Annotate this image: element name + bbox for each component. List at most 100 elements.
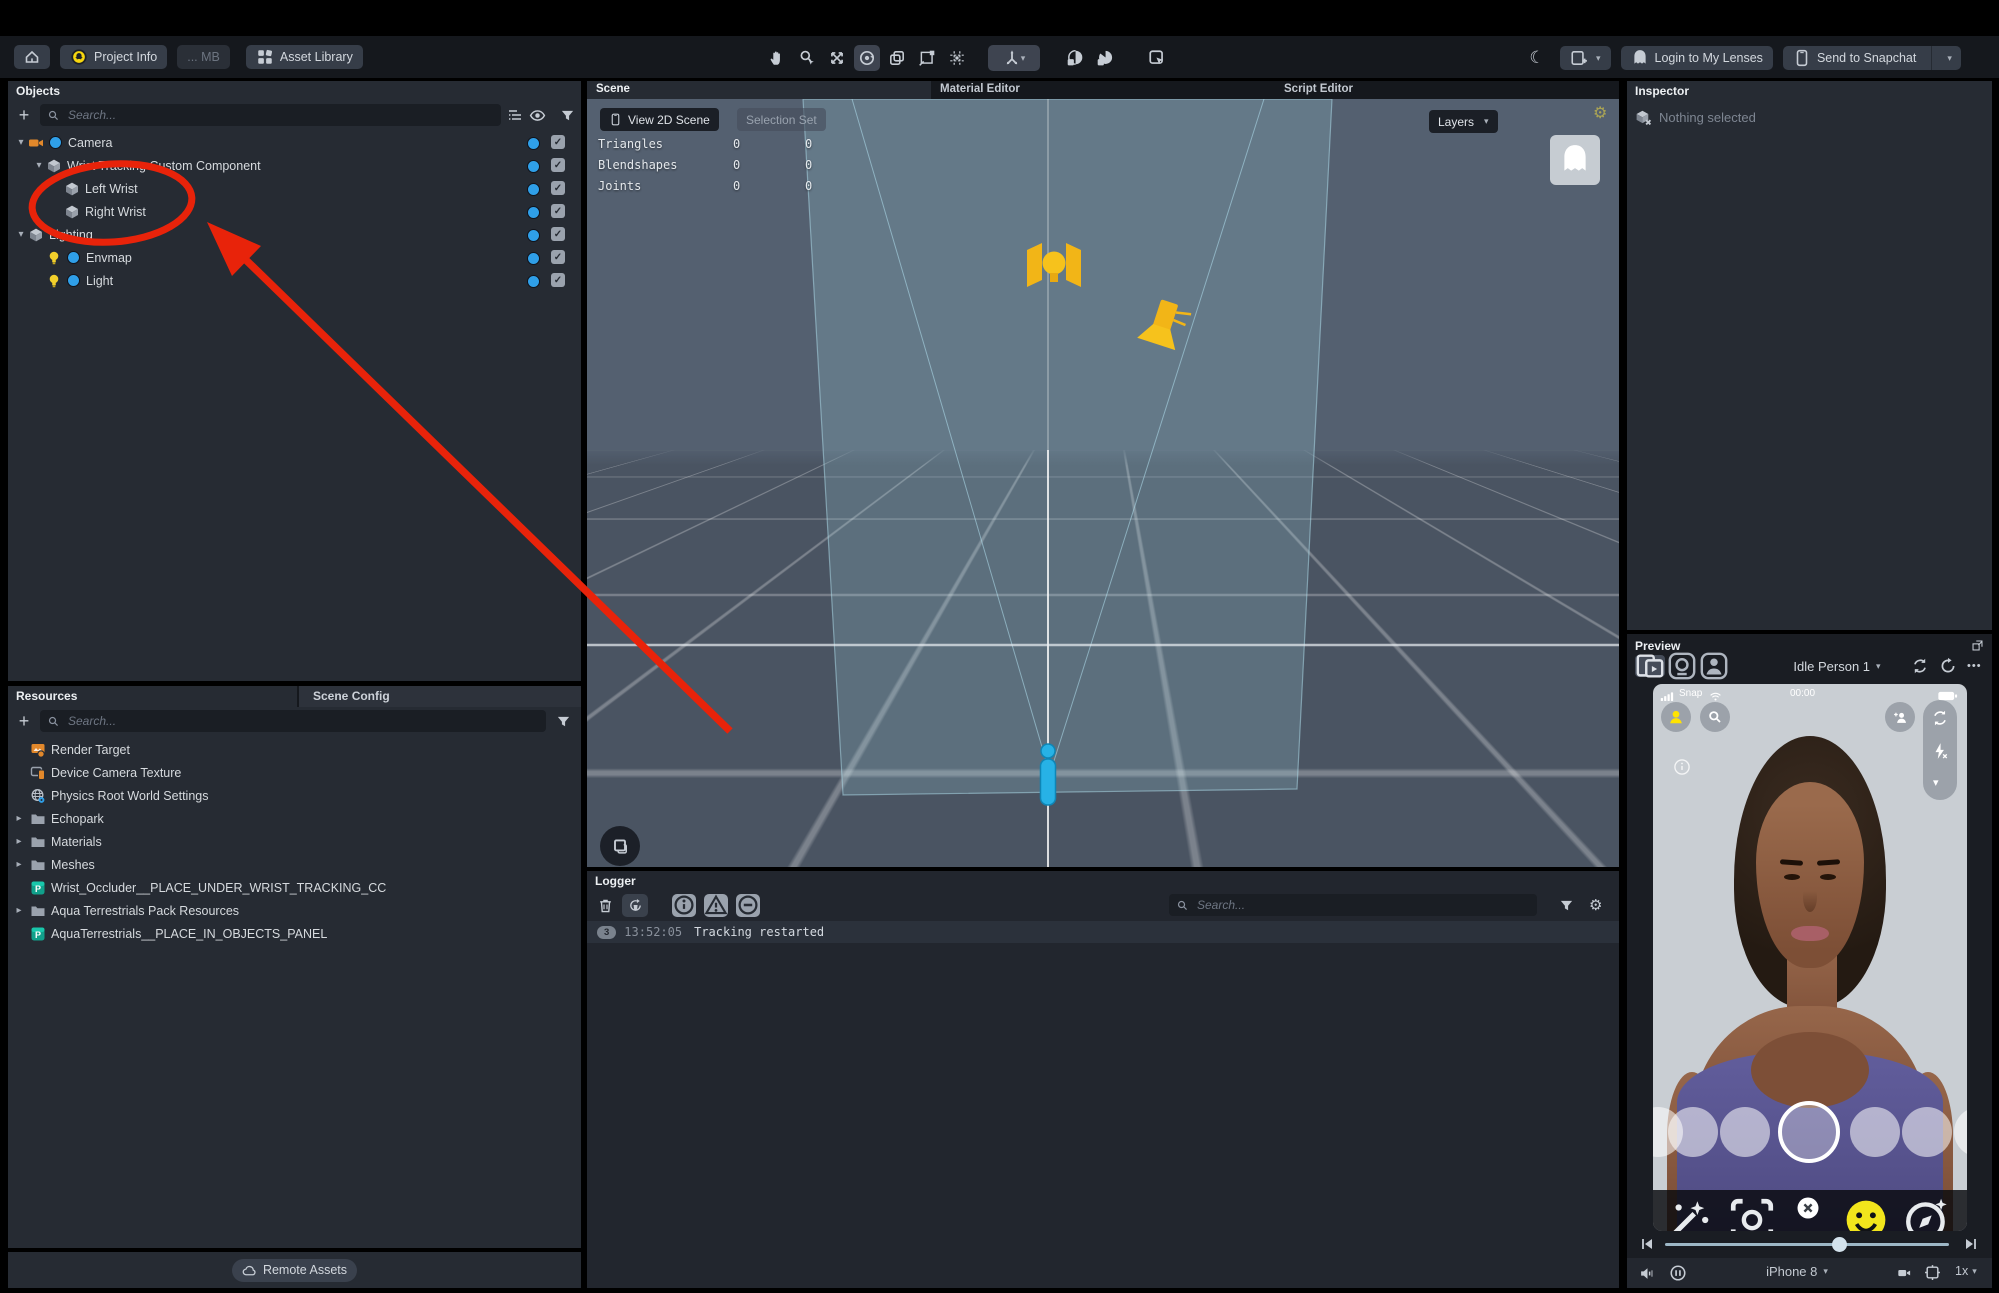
filter-icon[interactable]	[560, 108, 575, 123]
phone-nav-create[interactable]: Create	[1663, 1195, 1713, 1231]
tab-script-editor[interactable]: Script Editor	[1275, 81, 1619, 99]
object-row-light[interactable]: Light✓	[8, 269, 581, 292]
pivot-local-toggle[interactable]	[1092, 45, 1118, 71]
more-options-icon[interactable]: •••	[1967, 660, 1982, 672]
phone-preview-screen[interactable]: Snap 00:00 ▾ CreateScanBrowseExplore	[1653, 684, 1967, 1231]
visibility-dot[interactable]	[527, 229, 540, 242]
visibility-icon[interactable]	[529, 107, 546, 124]
manipulator-dropdown[interactable]: ▾	[988, 45, 1040, 71]
clear-log-icon[interactable]	[597, 897, 614, 914]
resources-search-input[interactable]	[66, 713, 539, 729]
chevron-down-icon[interactable]: ▾	[14, 137, 28, 148]
logger-settings-gear-icon[interactable]: ⚙	[1589, 896, 1602, 914]
tab-resources[interactable]: Resources	[8, 686, 297, 707]
visibility-dot[interactable]	[527, 206, 540, 219]
chevron-right-icon[interactable]: ▸	[12, 859, 26, 870]
rect-transform-tool[interactable]	[914, 45, 940, 71]
lens-carousel-item[interactable]	[1668, 1107, 1718, 1157]
add-resource-button[interactable]: +	[14, 711, 34, 732]
object-row-left-wrist[interactable]: Left Wrist✓	[8, 177, 581, 200]
step-forward-icon[interactable]	[1963, 1236, 1979, 1252]
enabled-checkbox[interactable]: ✓	[551, 181, 565, 195]
resource-row-physics-root-world-settings[interactable]: Physics Root World Settings	[8, 784, 581, 807]
theme-toggle[interactable]: ☾	[1524, 45, 1550, 71]
chevron-right-icon[interactable]: ▸	[12, 813, 26, 824]
objects-search-input[interactable]	[66, 107, 494, 123]
move-tool[interactable]	[824, 45, 850, 71]
remote-assets-button[interactable]: Remote Assets	[232, 1259, 357, 1282]
auto-clear-button[interactable]	[622, 894, 648, 917]
visibility-dot[interactable]	[527, 252, 540, 265]
pop-out-icon[interactable]	[1971, 639, 1984, 652]
visibility-dot[interactable]	[527, 275, 540, 288]
filter-info-button[interactable]	[672, 894, 696, 917]
tab-scene[interactable]: Scene	[587, 81, 931, 99]
resource-row-wrist-occluder-place-under-wrist-trackin[interactable]: PWrist_Occluder__PLACE_UNDER_WRIST_TRACK…	[8, 876, 581, 899]
resource-row-aquaterrestrials-place-in-objects-panel[interactable]: PAquaTerrestrials__PLACE_IN_OBJECTS_PANE…	[8, 922, 581, 945]
filter-icon[interactable]	[1559, 898, 1574, 913]
flip-camera-icon[interactable]	[1931, 709, 1949, 727]
view-2d-scene-button[interactable]: View 2D Scene	[600, 108, 719, 131]
lens-carousel-item[interactable]	[1954, 1107, 1967, 1157]
resource-row-aqua-terrestrials-pack-resources[interactable]: ▸Aqua Terrestrials Pack Resources	[8, 899, 581, 922]
scrubber-handle[interactable]	[1832, 1237, 1847, 1252]
filter-error-button[interactable]	[736, 894, 760, 917]
viewport-mode-button[interactable]	[600, 826, 640, 866]
reload-preview-icon[interactable]	[1911, 657, 1929, 675]
objects-search[interactable]	[40, 104, 501, 126]
send-to-snapchat-button[interactable]: Send to Snapchat ▾	[1783, 46, 1961, 70]
enabled-checkbox[interactable]: ✓	[551, 273, 565, 287]
logger-search-input[interactable]	[1195, 897, 1530, 913]
object-row-envmap[interactable]: Envmap✓	[8, 246, 581, 269]
chevron-right-icon[interactable]: ▸	[12, 905, 26, 916]
resource-row-meshes[interactable]: ▸Meshes	[8, 853, 581, 876]
visibility-dot[interactable]	[527, 160, 540, 173]
logger-search[interactable]	[1169, 894, 1537, 916]
zoom-dropdown[interactable]: 1x ▾	[1955, 1264, 1977, 1278]
screenshot-icon[interactable]	[1924, 1264, 1941, 1281]
scrubber-track[interactable]	[1665, 1243, 1949, 1246]
close-lens-button[interactable]	[1796, 1196, 1820, 1220]
send-options-chevron[interactable]: ▾	[1938, 54, 1961, 63]
log-entry[interactable]: 3 13:52:05 Tracking restarted	[587, 921, 1619, 943]
restart-lens-icon[interactable]	[1939, 657, 1957, 675]
object-row-lighting[interactable]: ▾Lighting✓	[8, 223, 581, 246]
filter-icon[interactable]	[556, 714, 571, 729]
phone-nav-explore[interactable]: Explore	[1902, 1195, 1952, 1231]
object-row-camera[interactable]: ▾Camera✓	[8, 131, 581, 154]
enabled-checkbox[interactable]: ✓	[551, 227, 565, 241]
zoom-tool[interactable]	[794, 45, 820, 71]
speaker-icon[interactable]	[1639, 1265, 1656, 1282]
pan-tool[interactable]	[764, 45, 790, 71]
enabled-checkbox[interactable]: ✓	[551, 158, 565, 172]
snapping-tool[interactable]	[944, 45, 970, 71]
filter-warning-button[interactable]	[704, 894, 728, 917]
chevron-down-icon[interactable]: ▾	[14, 229, 28, 240]
capture-button[interactable]	[1778, 1101, 1840, 1163]
add-object-button[interactable]: +	[14, 105, 34, 126]
resource-row-device-camera-texture[interactable]: Device Camera Texture	[8, 761, 581, 784]
device-dropdown[interactable]: iPhone 8 ▾	[1747, 1264, 1847, 1279]
pivot-center-toggle[interactable]	[1062, 45, 1088, 71]
simulation-source-dropdown[interactable]: Idle Person 1 ▾	[1777, 659, 1897, 674]
chevron-down-icon[interactable]: ▾	[32, 160, 46, 171]
project-info-button[interactable]: Project Info	[60, 45, 167, 69]
lens-carousel-item[interactable]	[1720, 1107, 1770, 1157]
scene-settings-gear-icon[interactable]: ⚙	[1593, 103, 1607, 123]
resource-row-materials[interactable]: ▸Materials	[8, 830, 581, 853]
enabled-checkbox[interactable]: ✓	[551, 135, 565, 149]
flash-off-icon[interactable]	[1931, 742, 1949, 760]
login-button[interactable]: Login to My Lenses	[1621, 46, 1773, 70]
profile-button[interactable]	[1661, 702, 1691, 732]
lens-carousel-item[interactable]	[1902, 1107, 1952, 1157]
enabled-checkbox[interactable]: ✓	[551, 204, 565, 218]
object-row-right-wrist[interactable]: Right Wrist✓	[8, 200, 581, 223]
resources-search[interactable]	[40, 710, 546, 732]
snap-search-button[interactable]	[1700, 702, 1730, 732]
pause-icon[interactable]	[1669, 1264, 1687, 1282]
preview-mode-webcam-button[interactable]	[1667, 655, 1697, 677]
add-friend-button[interactable]	[1885, 702, 1915, 732]
enabled-checkbox[interactable]: ✓	[551, 250, 565, 264]
preview-mode-media-button[interactable]	[1699, 655, 1729, 677]
phone-nav-scan[interactable]: Scan	[1727, 1195, 1777, 1231]
